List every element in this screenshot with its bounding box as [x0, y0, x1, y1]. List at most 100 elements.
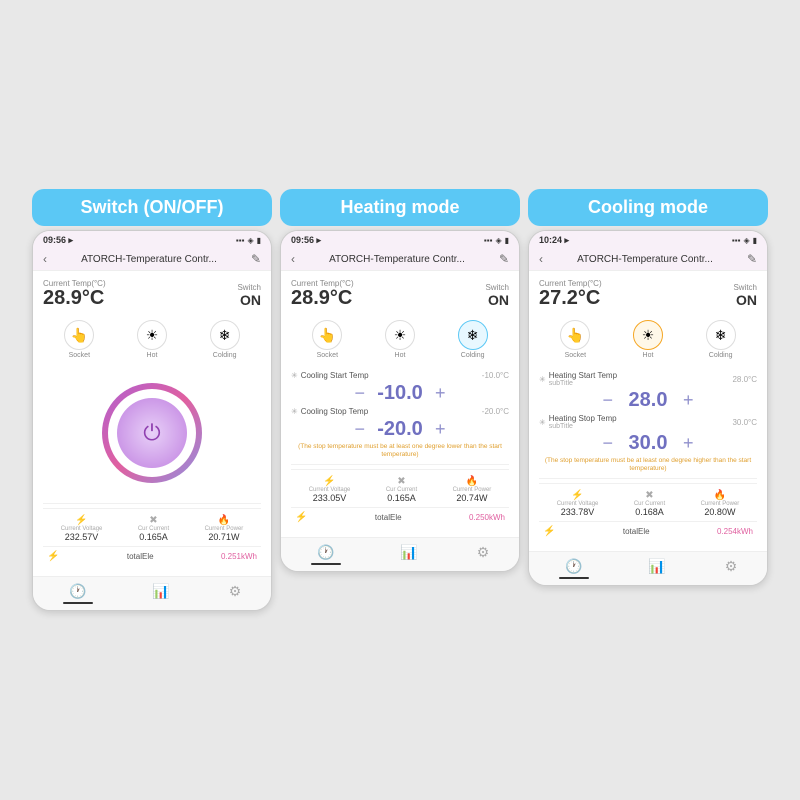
stat-item-0: ⚡ Current Voltage 232.57V [61, 515, 103, 542]
stats-row: ⚡ Current Voltage 233.78V ✖ Cur Current … [539, 483, 757, 521]
cards-row: Switch (ON/OFF) 09:56 ▸ ▪▪▪ ◈ ▮ ‹ ATORCH… [32, 189, 768, 611]
total-label: totalEle [127, 552, 154, 561]
total-ele-row: ⚡ totalEle 0.250kWh [291, 507, 509, 529]
bottom-nav-item-0[interactable]: 🕐 [559, 558, 589, 579]
setting-name-wrap: Heating Start Temp subTitle [549, 371, 617, 387]
battery-icon: ▮ [505, 236, 509, 245]
setting-name: Cooling Stop Temp [301, 407, 368, 416]
card-label-heating: Heating mode [280, 189, 520, 226]
wifi-icon: ◈ [247, 236, 253, 245]
setting-name-wrap: Cooling Start Temp [301, 371, 369, 380]
setting-control-row-1: − 30.0 + [539, 432, 757, 455]
mode-icon-label: Colding [461, 352, 485, 359]
temp-value: 27.2°C [539, 288, 602, 308]
nav-active-line [63, 602, 93, 604]
decrement-button[interactable]: − [354, 383, 365, 404]
wifi-icon: ◈ [743, 236, 749, 245]
nav-title: ATORCH-Temperature Contr... [47, 254, 251, 265]
phone-body: Current Temp(°C) 28.9°C Switch ON 👆 Sock… [281, 271, 519, 537]
stat-val: 20.74W [453, 493, 492, 503]
stat-val: 233.05V [309, 493, 351, 503]
mode-icon-circle: ❄ [706, 320, 736, 350]
total-ele-row: ⚡ totalEle 0.254kWh [539, 521, 757, 543]
status-bar: 10:24 ▸ ▪▪▪ ◈ ▮ [529, 231, 767, 248]
mode-item-colding[interactable]: ❄ Colding [458, 320, 488, 359]
switch-value: ON [733, 292, 757, 308]
bottom-nav-item-0[interactable]: 🕐 [311, 544, 341, 565]
warning-text: (The stop temperature must be at least o… [539, 457, 757, 474]
stat-item-1: ✖ Cur Current 0.165A [386, 476, 417, 503]
decrement-button[interactable]: − [602, 390, 613, 411]
bottom-nav-item-1[interactable]: 📊 [648, 558, 665, 579]
mode-icons: 👆 Socket ☀ Hot ❄ Colding [291, 316, 509, 363]
mode-item-colding[interactable]: ❄ Colding [706, 320, 736, 359]
bottom-nav-item-2[interactable]: ⚙ [477, 544, 490, 565]
bottom-nav-item-1[interactable]: 📊 [400, 544, 417, 565]
temp-value: 28.9°C [43, 288, 106, 308]
mode-icon-circle: ☀ [385, 320, 415, 350]
switch-value: ON [485, 292, 509, 308]
power-button[interactable]: ⏻ [117, 398, 187, 468]
decrement-button[interactable]: − [354, 419, 365, 440]
mode-item-socket[interactable]: 👆 Socket [560, 320, 590, 359]
edit-icon[interactable]: ✎ [251, 252, 261, 266]
stat-label: Current Voltage [309, 487, 351, 493]
mode-item-socket[interactable]: 👆 Socket [312, 320, 342, 359]
edit-icon[interactable]: ✎ [499, 252, 509, 266]
mode-item-colding[interactable]: ❄ Colding [210, 320, 240, 359]
mode-icon-label: Hot [147, 352, 158, 359]
switch-section: Switch ON [237, 283, 261, 308]
status-time: 10:24 ▸ [539, 235, 569, 246]
mode-icon-label: Socket [317, 352, 338, 359]
nav-active-line [311, 563, 341, 565]
stat-icon: ✖ [634, 490, 665, 501]
bottom-nav: 🕐 📊 ⚙ [33, 576, 271, 610]
stat-icon: ✖ [138, 515, 169, 526]
total-icon: ⚡ [543, 526, 555, 537]
increment-button[interactable]: + [435, 419, 446, 440]
mode-icons: 👆 Socket ☀ Hot ❄ Colding [43, 316, 261, 363]
bottom-nav-item-2[interactable]: ⚙ [229, 583, 242, 604]
nav-active-line [559, 577, 589, 579]
mode-item-hot[interactable]: ☀ Hot [633, 320, 663, 359]
outer-container: Switch (ON/OFF) 09:56 ▸ ▪▪▪ ◈ ▮ ‹ ATORCH… [0, 0, 800, 800]
edit-icon[interactable]: ✎ [747, 252, 757, 266]
mode-icon-circle: 👆 [560, 320, 590, 350]
mode-item-hot[interactable]: ☀ Hot [137, 320, 167, 359]
card-heating: Heating mode 09:56 ▸ ▪▪▪ ◈ ▮ ‹ ATORCH-Te… [280, 189, 520, 572]
stat-label: Current Power [701, 501, 740, 507]
setting-left: ✳ Heating Start Temp subTitle [539, 371, 617, 387]
setting-left: ✳ Cooling Stop Temp [291, 407, 368, 416]
bottom-nav-item-1[interactable]: 📊 [152, 583, 169, 604]
stat-icon: 🔥 [205, 515, 244, 526]
stat-val: 20.80W [701, 507, 740, 517]
total-ele-row: ⚡ totalEle 0.251kWh [43, 546, 261, 568]
mode-icon-label: Colding [213, 352, 237, 359]
mode-item-socket[interactable]: 👆 Socket [64, 320, 94, 359]
bottom-nav-item-0[interactable]: 🕐 [63, 583, 93, 604]
status-time: 09:56 ▸ [43, 235, 73, 246]
signal-icon: ▪▪▪ [484, 236, 493, 245]
increment-button[interactable]: + [435, 383, 446, 404]
setting-row-0: ✳ Heating Start Temp subTitle 28.0°C [539, 371, 757, 387]
stat-val: 233.78V [557, 507, 599, 517]
phone-heating: 09:56 ▸ ▪▪▪ ◈ ▮ ‹ ATORCH-Temperature Con… [280, 230, 520, 572]
setting-icon: ✳ [291, 371, 298, 380]
stat-item-0: ⚡ Current Voltage 233.05V [309, 476, 351, 503]
battery-icon: ▮ [257, 236, 261, 245]
increment-button[interactable]: + [683, 390, 694, 411]
bottom-nav-item-2[interactable]: ⚙ [725, 558, 738, 579]
mode-item-hot[interactable]: ☀ Hot [385, 320, 415, 359]
stat-item-1: ✖ Cur Current 0.168A [634, 490, 665, 517]
mode-icon-circle: 👆 [64, 320, 94, 350]
temp-row: Current Temp(°C) 27.2°C Switch ON [539, 279, 757, 308]
warning-text: (The stop temperature must be at least o… [291, 443, 509, 460]
decrement-button[interactable]: − [602, 433, 613, 454]
nav-bar: ‹ ATORCH-Temperature Contr... ✎ [529, 248, 767, 271]
total-val: 0.251kWh [221, 552, 257, 561]
total-icon: ⚡ [47, 551, 59, 562]
increment-button[interactable]: + [683, 433, 694, 454]
stat-icon: 🔥 [453, 476, 492, 487]
stat-val: 0.168A [634, 507, 665, 517]
stats-row: ⚡ Current Voltage 232.57V ✖ Cur Current … [43, 508, 261, 546]
